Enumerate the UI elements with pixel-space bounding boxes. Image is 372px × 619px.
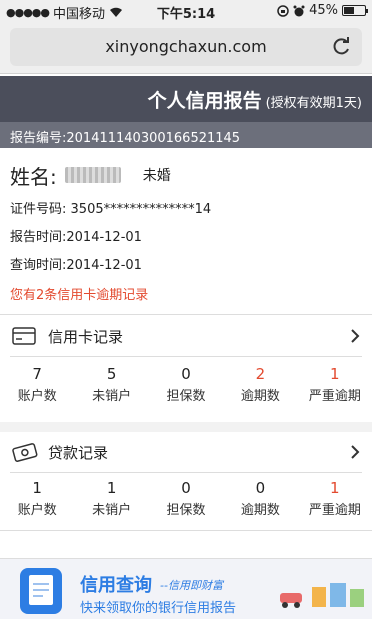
loan-title: 贷款记录 bbox=[48, 444, 109, 462]
stat-guarantees[interactable]: 0 担保数 bbox=[149, 474, 223, 524]
stat-value: 2 bbox=[255, 365, 266, 383]
page-title: 个人信用报告 (授权有效期1天) bbox=[148, 86, 362, 113]
loan-section-header[interactable]: 贷款记录 bbox=[0, 432, 372, 472]
chevron-right-icon bbox=[351, 445, 360, 459]
rotation-lock-icon bbox=[277, 4, 289, 17]
divider bbox=[0, 530, 372, 531]
car-illustration-icon bbox=[280, 583, 364, 608]
validity-note: (授权有效期1天) bbox=[265, 96, 362, 111]
overdue-alert: 您有2条信用卡逾期记录 bbox=[10, 288, 149, 303]
name-redacted bbox=[64, 167, 121, 183]
status-right: 45% bbox=[277, 3, 368, 18]
stat-label: 逾期数 bbox=[240, 389, 280, 404]
credit-card-icon bbox=[12, 327, 36, 345]
personal-info: 姓名: 未婚 证件号码: 3505**************14 报告时间:2… bbox=[10, 160, 362, 304]
stat-overdue[interactable]: 0 逾期数 bbox=[223, 474, 297, 524]
stat-overdue[interactable]: 2 逾期数 bbox=[223, 360, 297, 410]
stat-open[interactable]: 5 未销户 bbox=[74, 360, 148, 410]
divider bbox=[0, 314, 372, 315]
id-number-row: 证件号码: 3505**************14 bbox=[10, 198, 362, 218]
report-header: 个人信用报告 (授权有效期1天) bbox=[0, 76, 372, 122]
stat-value: 1 bbox=[106, 479, 117, 497]
divider bbox=[10, 472, 362, 473]
stat-severe-overdue[interactable]: 1 严重逾期 bbox=[298, 474, 372, 524]
stat-label: 严重逾期 bbox=[308, 503, 361, 518]
stat-label: 担保数 bbox=[166, 389, 206, 404]
battery-icon bbox=[342, 5, 368, 16]
stat-value: 1 bbox=[32, 479, 42, 497]
stat-value: 0 bbox=[181, 365, 191, 383]
stat-value: 0 bbox=[181, 479, 191, 497]
ad-title: 信用查询 bbox=[80, 575, 152, 596]
certificate-icon bbox=[20, 568, 62, 614]
marital-status: 未婚 bbox=[142, 168, 171, 184]
battery-percent: 45% bbox=[309, 3, 338, 18]
stat-value: 0 bbox=[255, 479, 266, 497]
stat-severe-overdue[interactable]: 1 严重逾期 bbox=[298, 360, 372, 410]
url-text[interactable]: xinyongchaxun.com bbox=[10, 37, 362, 56]
stat-value: 1 bbox=[330, 479, 340, 497]
stat-accounts[interactable]: 1 账户数 bbox=[0, 474, 74, 524]
credit-card-title: 信用卡记录 bbox=[48, 328, 124, 346]
stat-value: 5 bbox=[106, 365, 117, 383]
stat-value: 7 bbox=[32, 365, 42, 383]
stat-label: 担保数 bbox=[166, 503, 206, 518]
address-bar[interactable]: xinyongchaxun.com bbox=[10, 28, 362, 66]
stat-label: 账户数 bbox=[17, 389, 57, 404]
ad-subtitle: 快来领取你的银行信用报告 bbox=[80, 601, 237, 616]
ad-banner[interactable]: 信用查询 --信用即财富 快来领取你的银行信用报告 bbox=[0, 558, 372, 619]
stat-value: 1 bbox=[330, 365, 340, 383]
credit-card-stats: 7 账户数 5 未销户 0 担保数 2 逾期数 1 严重逾期 bbox=[0, 360, 372, 410]
stat-accounts[interactable]: 7 账户数 bbox=[0, 360, 74, 410]
name-row: 姓名: 未婚 bbox=[10, 160, 362, 190]
id-label: 证件号码: bbox=[10, 202, 67, 217]
money-icon bbox=[12, 443, 38, 462]
credit-card-section-header[interactable]: 信用卡记录 bbox=[0, 316, 372, 356]
stat-open[interactable]: 1 未销户 bbox=[74, 474, 148, 524]
report-title-text: 个人信用报告 bbox=[147, 90, 262, 112]
stat-label: 账户数 bbox=[17, 503, 57, 518]
stat-guarantees[interactable]: 0 担保数 bbox=[149, 360, 223, 410]
stat-label: 未销户 bbox=[92, 503, 132, 518]
ad-slogan: --信用即财富 bbox=[160, 579, 223, 592]
stat-label: 严重逾期 bbox=[308, 389, 361, 404]
section-gap bbox=[0, 422, 372, 432]
query-time: 查询时间:2014-12-01 bbox=[10, 258, 142, 273]
loan-stats: 1 账户数 1 未销户 0 担保数 0 逾期数 1 严重逾期 bbox=[0, 474, 372, 524]
browser-toolbar: xinyongchaxun.com bbox=[0, 22, 372, 74]
divider bbox=[10, 356, 362, 357]
alarm-icon bbox=[293, 5, 305, 16]
report-time: 报告时间:2014-12-01 bbox=[10, 230, 142, 245]
id-value: 3505**************14 bbox=[70, 202, 212, 217]
chevron-right-icon bbox=[351, 329, 360, 343]
report-number: 报告编号:2014111403001665211​45 bbox=[0, 122, 372, 148]
status-bar: ●●●●● 中国移动 下午5:14 45% bbox=[0, 0, 372, 22]
stat-label: 逾期数 bbox=[240, 503, 280, 518]
stat-label: 未销户 bbox=[92, 389, 132, 404]
name-label: 姓名: bbox=[10, 164, 57, 189]
reload-icon[interactable] bbox=[332, 36, 352, 56]
